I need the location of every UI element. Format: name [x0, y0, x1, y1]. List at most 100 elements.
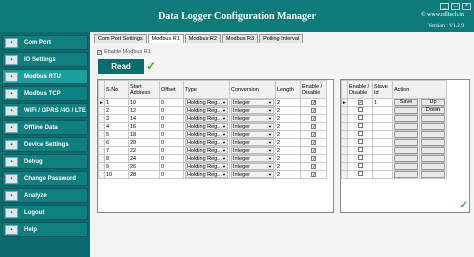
- type-select[interactable]: Holding Reg... ▼: [183, 122, 230, 131]
- move-button[interactable]: [421, 171, 445, 178]
- length-cell[interactable]: 2: [275, 106, 301, 115]
- sidebar-item-modbus-rtu[interactable]: ▪ Modbus RTU: [2, 69, 88, 84]
- save-button[interactable]: Save: [394, 99, 418, 106]
- save-button[interactable]: [394, 107, 418, 114]
- offset-cell[interactable]: 0: [159, 114, 184, 123]
- type-select[interactable]: Holding Reg... ▼: [183, 138, 230, 147]
- enable-checkbox-cell[interactable]: ✓: [347, 98, 373, 107]
- enable-checkbox-cell[interactable]: ✓: [300, 154, 327, 163]
- enable-checkbox-cell[interactable]: [347, 130, 373, 139]
- move-cell[interactable]: [419, 146, 447, 155]
- move-cell[interactable]: [419, 170, 447, 179]
- conversion-select[interactable]: Integer ▼: [229, 106, 276, 115]
- enable-checkbox-cell[interactable]: ✓: [300, 98, 327, 107]
- enable-checkbox-cell[interactable]: ✓: [300, 146, 327, 155]
- length-cell[interactable]: 2: [275, 114, 301, 123]
- save-button[interactable]: [394, 147, 418, 154]
- slave-id-cell[interactable]: [372, 130, 393, 139]
- save-cell[interactable]: [392, 106, 420, 115]
- enable-checkbox[interactable]: [357, 115, 363, 120]
- table-row[interactable]: [341, 154, 447, 163]
- start-address-cell[interactable]: 14: [128, 114, 160, 123]
- table-row[interactable]: [341, 146, 447, 155]
- length-cell[interactable]: 2: [275, 146, 301, 155]
- enable-checkbox-cell[interactable]: ✓: [300, 106, 327, 115]
- start-address-cell[interactable]: 18: [128, 130, 160, 139]
- conversion-select[interactable]: Integer ▼: [229, 146, 276, 155]
- table-row[interactable]: [341, 114, 447, 123]
- length-cell[interactable]: 2: [275, 122, 301, 131]
- offset-cell[interactable]: 0: [159, 106, 184, 115]
- save-cell[interactable]: Save: [392, 98, 420, 107]
- move-cell[interactable]: Up: [419, 98, 447, 107]
- tab-modbus-r3[interactable]: Modbus R3: [221, 34, 259, 43]
- sidebar-item-help[interactable]: ▪ Help: [2, 222, 88, 237]
- enable-checkbox[interactable]: ✓: [311, 163, 316, 169]
- read-button[interactable]: Read: [98, 59, 144, 74]
- start-address-cell[interactable]: 10: [128, 98, 160, 107]
- enable-checkbox-cell[interactable]: [347, 138, 373, 147]
- start-address-cell[interactable]: 16: [128, 122, 160, 131]
- enable-checkbox-cell[interactable]: ✓: [300, 122, 327, 131]
- move-cell[interactable]: [419, 122, 447, 131]
- conversion-select[interactable]: Integer ▼: [229, 154, 276, 163]
- enable-checkbox[interactable]: [357, 139, 363, 144]
- sidebar-item-debug[interactable]: ▪ Debug: [2, 154, 88, 169]
- type-select[interactable]: Holding Reg... ▼: [183, 106, 230, 115]
- enable-checkbox[interactable]: ✓: [311, 123, 316, 129]
- save-cell[interactable]: [392, 154, 420, 163]
- type-select[interactable]: Holding Reg... ▼: [183, 146, 230, 155]
- length-cell[interactable]: 2: [275, 154, 301, 163]
- save-cell[interactable]: [392, 114, 420, 123]
- save-button[interactable]: [394, 171, 418, 178]
- offset-cell[interactable]: 0: [159, 98, 184, 107]
- conversion-select[interactable]: Integer ▼: [229, 162, 276, 171]
- sidebar-item-change-password[interactable]: ▪ Change Password: [2, 171, 88, 186]
- move-button[interactable]: Down: [421, 107, 445, 114]
- length-cell[interactable]: 2: [275, 130, 301, 139]
- conversion-select[interactable]: Integer ▼: [229, 114, 276, 123]
- slave-id-cell[interactable]: [372, 106, 393, 115]
- sidebar-item-offline-data[interactable]: ▪ Offline Data: [2, 120, 88, 135]
- enable-checkbox[interactable]: ✓: [311, 155, 316, 161]
- move-button[interactable]: [421, 115, 445, 122]
- close-button[interactable]: ×: [462, 3, 471, 10]
- offset-cell[interactable]: 0: [159, 122, 184, 131]
- sidebar-item-wifi-gprs-4g-lte[interactable]: ▪ WiFi / GPRS /4G / LTE: [2, 103, 88, 118]
- enable-checkbox-cell[interactable]: [347, 146, 373, 155]
- save-cell[interactable]: [392, 162, 420, 171]
- conversion-select[interactable]: Integer ▼: [229, 98, 276, 107]
- start-address-cell[interactable]: 26: [128, 162, 160, 171]
- length-cell[interactable]: 2: [275, 98, 301, 107]
- start-address-cell[interactable]: 20: [128, 138, 160, 147]
- move-button[interactable]: [421, 123, 445, 130]
- table-row[interactable]: 6 20 0 Holding Reg... ▼ Integer ▼ 2 ✓: [98, 138, 327, 147]
- tab-modbus-r2[interactable]: Modbus R2: [184, 34, 221, 43]
- table-row[interactable]: 8 24 0 Holding Reg... ▼ Integer ▼ 2 ✓: [98, 154, 327, 163]
- maximize-button[interactable]: □: [451, 3, 460, 10]
- enable-checkbox[interactable]: ✓: [311, 107, 316, 113]
- save-cell[interactable]: [392, 170, 420, 179]
- table-row[interactable]: 2 12 0 Holding Reg... ▼ Integer ▼ 2 ✓: [98, 106, 327, 115]
- slave-id-cell[interactable]: [372, 170, 393, 179]
- table-row[interactable]: [341, 138, 447, 147]
- enable-checkbox-cell[interactable]: ✓: [300, 114, 327, 123]
- sidebar-item-modbus-tcp[interactable]: ▪ Modbus TCP: [2, 86, 88, 101]
- start-address-cell[interactable]: 12: [128, 106, 160, 115]
- save-cell[interactable]: [392, 130, 420, 139]
- enable-checkbox[interactable]: ✓: [311, 147, 316, 153]
- conversion-select[interactable]: Integer ▼: [229, 170, 276, 179]
- move-cell[interactable]: [419, 138, 447, 147]
- sidebar-item-device-settings[interactable]: ▪ Device Settings: [2, 137, 88, 152]
- enable-checkbox-cell[interactable]: ✓: [300, 162, 327, 171]
- enable-checkbox[interactable]: [357, 131, 363, 136]
- length-cell[interactable]: 2: [275, 138, 301, 147]
- enable-checkbox[interactable]: [357, 107, 363, 112]
- save-button[interactable]: [394, 115, 418, 122]
- enable-checkbox[interactable]: [357, 171, 363, 176]
- enable-checkbox-cell[interactable]: [347, 106, 373, 115]
- move-button[interactable]: [421, 155, 445, 162]
- table-row[interactable]: 9 26 0 Holding Reg... ▼ Integer ▼ 2 ✓: [98, 162, 327, 171]
- save-button[interactable]: [394, 163, 418, 170]
- save-button[interactable]: [394, 139, 418, 146]
